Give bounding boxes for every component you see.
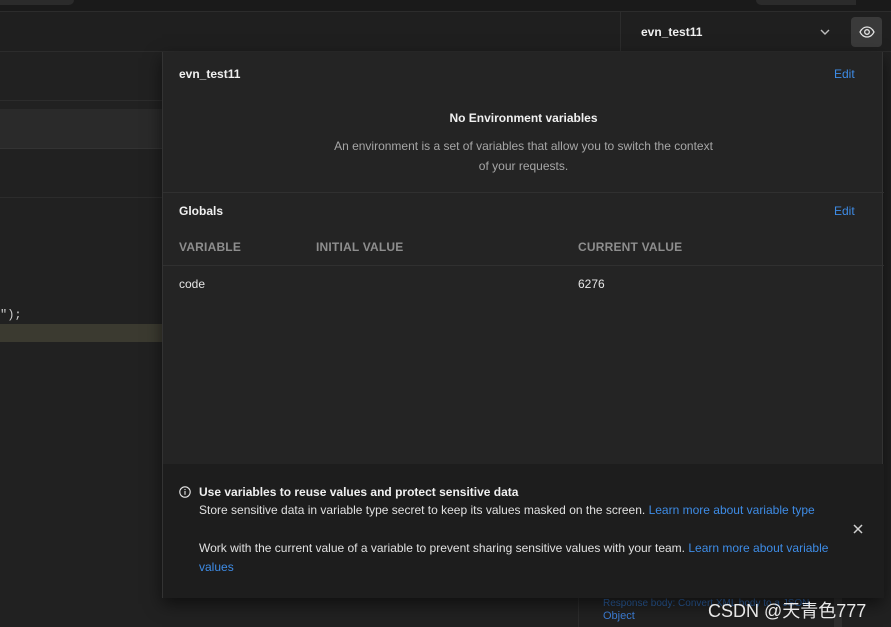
eye-icon [858,26,875,38]
watermark: CSDN @天青色777 [708,601,867,621]
column-header-initial-value: INITIAL VALUE [316,240,404,254]
info-text: Store sensitive data in variable type se… [199,503,649,517]
environment-quick-look-popover: evn_test11 Edit No Environment variables… [162,52,884,598]
environment-name: evn_test11 [179,67,241,81]
editor-tab-band [0,109,162,149]
divider [0,100,162,101]
edit-globals-link[interactable]: Edit [834,204,855,218]
highlighted-code-line [0,324,162,342]
info-banner-title: Use variables to reuse values and protec… [199,485,519,499]
empty-state-title: No Environment variables [449,111,598,125]
close-icon[interactable] [851,522,865,536]
divider [163,192,884,193]
top-tab-strip [0,0,891,12]
info-banner-line: Work with the current value of a variabl… [199,539,839,577]
environment-selector-label: evn_test11 [641,25,703,39]
tab-stub[interactable] [0,0,74,5]
info-banner-line: Store sensitive data in variable type se… [199,501,839,520]
info-text: Work with the current value of a variabl… [199,541,689,555]
chevron-down-icon [820,29,830,35]
info-banner: Use variables to reuse values and protec… [163,464,884,598]
editor-background: "); [0,52,162,627]
edit-environment-link[interactable]: Edit [834,67,855,81]
column-header-current-value: CURRENT VALUE [578,240,683,254]
globals-title: Globals [179,204,224,218]
learn-more-variable-type-link[interactable]: Learn more about variable type [649,503,815,517]
divider [163,265,884,266]
code-fragment: "); [0,308,22,322]
divider [0,197,162,198]
tab-stub-right[interactable] [756,0,856,5]
environment-selector[interactable]: evn_test11 [620,12,842,52]
table-cell-current-value: 6276 [578,277,605,291]
info-icon [179,486,191,498]
table-cell-variable: code [179,277,206,291]
column-header-variable: VARIABLE [179,240,242,254]
environment-quick-look-button[interactable] [851,17,882,47]
empty-state-description: An environment is a set of variables tha… [334,139,713,173]
